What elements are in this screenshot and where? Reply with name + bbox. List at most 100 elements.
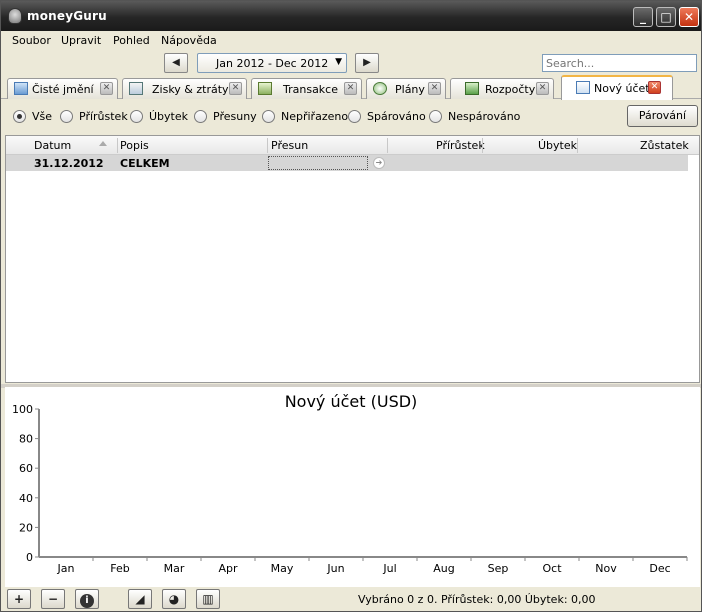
arrow-right-icon: ▶	[363, 57, 371, 68]
schedules-icon	[373, 82, 387, 95]
budgets-icon	[465, 82, 479, 95]
net-worth-icon	[14, 82, 28, 95]
tab-transactions[interactable]: Transakce ✕	[251, 78, 362, 99]
x-tick-label: Feb	[110, 562, 129, 575]
x-tick-label: Apr	[218, 562, 238, 575]
x-tick-label: Mar	[164, 562, 185, 575]
date-range-select[interactable]: Jan 2012 - Dec 2012 ▼	[197, 53, 347, 73]
next-range-button[interactable]: ▶	[355, 53, 379, 73]
area-chart-icon: ◢	[135, 592, 145, 606]
reconcile-button[interactable]: Párování	[627, 105, 698, 127]
filter-label: Přírůstek	[79, 110, 128, 123]
pie-chart-icon: ◕	[168, 592, 180, 606]
info-icon: i	[80, 594, 94, 608]
close-button[interactable]: ✕	[679, 7, 699, 27]
date-range-toolbar: ◀ Jan 2012 - Dec 2012 ▼ ▶	[1, 51, 701, 75]
menu-help[interactable]: Nápověda	[161, 34, 217, 47]
col-decrease[interactable]: Úbytek	[538, 139, 577, 152]
tab-new-account[interactable]: Nový účet ✕	[561, 75, 673, 100]
filter-label: Nepřiřazeno	[281, 110, 349, 123]
profit-loss-icon	[129, 82, 143, 95]
tab-profit-loss[interactable]: Zisky & ztráty ✕	[122, 78, 247, 99]
menu-file[interactable]: Soubor	[12, 34, 51, 47]
tab-label: Rozpočty	[485, 83, 536, 96]
menu-bar: Soubor Upravit Pohled Nápověda	[1, 31, 701, 51]
table-header: Datum Popis Přesun Přírůstek Úbytek Zůst…	[6, 136, 699, 155]
prev-range-button[interactable]: ◀	[164, 53, 188, 73]
close-tab-icon[interactable]: ✕	[428, 82, 441, 95]
radio-selected-icon	[13, 110, 26, 123]
x-tick-label: Sep	[488, 562, 509, 575]
radio-icon	[348, 110, 361, 123]
cell-transfer[interactable]	[268, 156, 368, 170]
account-icon	[576, 81, 590, 94]
y-tick-label: 60	[19, 462, 33, 475]
toggle-pie-button[interactable]: ◕	[162, 589, 186, 609]
col-description[interactable]: Popis	[120, 139, 149, 152]
chart-canvas: Nový účet (USD) 0 20 40 60 80 100 Jan Feb Mar Apr…	[12, 392, 688, 575]
tab-label: Čisté jmění	[32, 83, 94, 96]
col-transfer[interactable]: Přesun	[271, 139, 308, 152]
sort-asc-icon	[99, 141, 107, 146]
filter-bar: Vše Přírůstek Úbytek Přesuny Nepřiřazeno…	[1, 100, 701, 134]
cell-date: 31.12.2012	[34, 157, 104, 170]
x-tick-label: Jul	[382, 562, 396, 575]
radio-icon	[130, 110, 143, 123]
balance-chart: Nový účet (USD) 0 20 40 60 80 100 Jan Feb Mar Apr…	[5, 387, 700, 587]
window-title: moneyGuru	[27, 9, 107, 23]
x-tick-label: Oct	[542, 562, 562, 575]
toggle-columns-button[interactable]: ▥	[196, 589, 220, 609]
y-tick-label: 0	[26, 551, 33, 564]
chart-title: Nový účet (USD)	[285, 392, 418, 411]
info-button[interactable]: i	[75, 589, 99, 609]
filter-label: Vše	[32, 110, 53, 123]
toggle-graph-button[interactable]: ◢	[128, 589, 152, 609]
col-balance[interactable]: Zůstatek	[640, 139, 689, 152]
close-tab-icon[interactable]: ✕	[536, 82, 549, 95]
tab-schedules[interactable]: Plány ✕	[366, 78, 446, 99]
menu-edit[interactable]: Upravit	[61, 34, 101, 47]
y-tick-label: 80	[19, 433, 33, 446]
radio-icon	[262, 110, 275, 123]
x-tick-label: May	[271, 562, 294, 575]
search-input[interactable]	[542, 54, 697, 72]
tab-label: Transakce	[283, 83, 338, 96]
app-window: moneyGuru _ □ ✕ Soubor Upravit Pohled Ná…	[0, 0, 702, 612]
app-icon	[8, 8, 22, 24]
x-tick-label: Dec	[649, 562, 670, 575]
tab-budgets[interactable]: Rozpočty ✕	[450, 78, 554, 99]
y-tick-label: 40	[19, 492, 33, 505]
minimize-button[interactable]: _	[633, 7, 653, 27]
table-row[interactable]: 31.12.2012 CELKEM ➔	[6, 155, 688, 171]
tab-label: Zisky & ztráty	[152, 83, 229, 96]
close-tab-icon[interactable]: ✕	[648, 81, 661, 94]
radio-icon	[60, 110, 73, 123]
bottom-toolbar: + − i ◢ ◕ ▥ Vybráno 0 z 0. Přírůstek: 0,…	[1, 587, 701, 611]
remove-button[interactable]: −	[41, 589, 65, 609]
filter-label: Přesuny	[213, 110, 257, 123]
transaction-table: Datum Popis Přesun Přírůstek Úbytek Zůst…	[5, 135, 700, 383]
transactions-icon	[258, 82, 272, 95]
tab-bar: Čisté jmění ✕ Zisky & ztráty ✕ Transakce…	[1, 75, 701, 100]
close-tab-icon[interactable]: ✕	[229, 82, 242, 95]
col-increase[interactable]: Přírůstek	[436, 139, 485, 152]
x-tick-label: Nov	[595, 562, 617, 575]
radio-icon	[429, 110, 442, 123]
y-tick-label: 100	[12, 403, 33, 416]
tab-net-worth[interactable]: Čisté jmění ✕	[7, 78, 118, 99]
add-button[interactable]: +	[7, 589, 31, 609]
maximize-button[interactable]: □	[656, 7, 676, 27]
close-tab-icon[interactable]: ✕	[344, 82, 357, 95]
filter-label: Úbytek	[149, 110, 188, 123]
close-tab-icon[interactable]: ✕	[100, 82, 113, 95]
y-tick-label: 20	[19, 521, 33, 534]
columns-icon: ▥	[202, 592, 214, 606]
cell-description: CELKEM	[120, 157, 170, 170]
x-tick-label: Jun	[326, 562, 344, 575]
col-date[interactable]: Datum	[34, 139, 71, 152]
goto-arrow-icon[interactable]: ➔	[373, 157, 385, 169]
title-bar: moneyGuru _ □ ✕	[1, 1, 701, 31]
menu-view[interactable]: Pohled	[113, 34, 150, 47]
x-tick-label: Jan	[57, 562, 75, 575]
tab-label: Nový účet	[594, 82, 650, 95]
